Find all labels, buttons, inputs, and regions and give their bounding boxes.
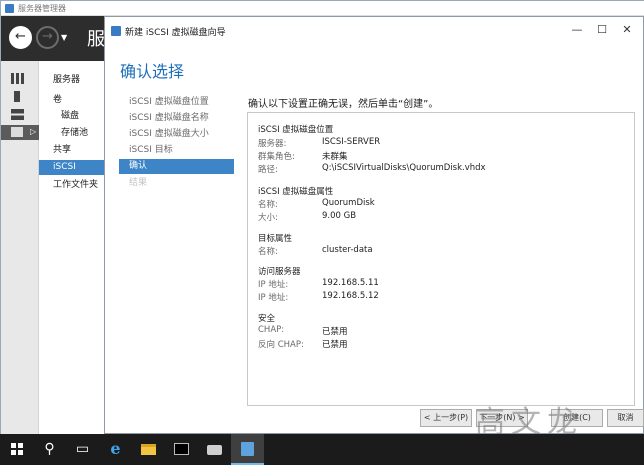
server-manager-window-title: 服务器管理器 bbox=[18, 4, 66, 13]
step-iscsi-target[interactable]: iSCSI 目标 bbox=[119, 143, 234, 158]
nav-item-storage-pools[interactable]: 存储池 bbox=[39, 126, 105, 141]
dashboard-icon[interactable] bbox=[11, 73, 24, 84]
nav-item-work-folders[interactable]: 工作文件夹 bbox=[39, 178, 105, 193]
label-ip-address-2: IP 地址: bbox=[258, 293, 289, 303]
label-path: 路径: bbox=[258, 165, 278, 175]
label-reverse-chap: 反向 CHAP: bbox=[258, 340, 304, 350]
chevron-down-icon[interactable]: ▼ bbox=[61, 33, 67, 42]
value-disk-name: QuorumDisk bbox=[322, 198, 375, 208]
step-disk-location[interactable]: iSCSI 虚拟磁盘位置 bbox=[119, 95, 234, 110]
server-manager-glyph bbox=[241, 442, 254, 456]
value-target-name: cluster-data bbox=[322, 245, 373, 255]
server-manager-app-icon bbox=[5, 4, 14, 13]
wizard-titlebar: 新建 iSCSI 虚拟磁盘向导 — ☐ ✕ bbox=[105, 17, 643, 45]
local-server-icon[interactable] bbox=[14, 91, 20, 102]
server-manager-icon-bar: ▷ bbox=[1, 61, 39, 435]
nav-item-volumes[interactable]: 卷 bbox=[39, 93, 105, 108]
forward-arrow-icon[interactable]: → bbox=[36, 26, 59, 49]
value-cluster-role: 未群集 bbox=[322, 152, 348, 162]
folder-glyph bbox=[141, 444, 156, 455]
create-button[interactable]: 创建(C) bbox=[551, 409, 603, 427]
command-prompt-icon[interactable] bbox=[165, 434, 198, 465]
chevron-right-icon: ▷ bbox=[30, 127, 37, 136]
step-results: 结果 bbox=[129, 178, 148, 188]
label-cluster-role: 群集角色: bbox=[258, 152, 295, 162]
iscsi-wizard-dialog: 新建 iSCSI 虚拟磁盘向导 — ☐ ✕ 确认选择 iSCSI 虚拟磁盘位置 … bbox=[104, 16, 644, 434]
next-button[interactable]: 下一步(N) > bbox=[476, 409, 528, 427]
ie-glyph: e bbox=[110, 439, 121, 458]
confirmation-summary-panel: iSCSI 虚拟磁盘位置 服务器: ISCSI-SERVER 群集角色: 未群集… bbox=[247, 112, 635, 406]
windows-start-icon[interactable] bbox=[0, 434, 33, 465]
nav-item-disks[interactable]: 磁盘 bbox=[39, 109, 105, 124]
label-server: 服务器: bbox=[258, 139, 287, 149]
server-manager-header-title: 服 bbox=[87, 29, 105, 50]
server-manager-icon[interactable] bbox=[231, 434, 264, 465]
section-title-target: 目标属性 bbox=[258, 234, 293, 244]
value-chap: 已禁用 bbox=[322, 327, 348, 337]
step-confirmation[interactable]: 确认 bbox=[119, 159, 234, 174]
nav-item-shares[interactable]: 共享 bbox=[39, 143, 105, 158]
value-disk-size: 9.00 GB bbox=[322, 211, 357, 221]
section-title-location: iSCSI 虚拟磁盘位置 bbox=[258, 125, 334, 135]
nav-item-servers[interactable]: 服务器 bbox=[39, 73, 105, 88]
server-manager-titlebar: 服务器管理器 bbox=[1, 1, 644, 16]
close-icon[interactable]: ✕ bbox=[617, 21, 637, 39]
search-icon[interactable]: ⚲ bbox=[33, 434, 66, 465]
internet-explorer-icon[interactable]: e bbox=[99, 434, 132, 465]
value-ip-address-1: 192.168.5.11 bbox=[322, 278, 379, 288]
label-chap: CHAP: bbox=[258, 325, 285, 335]
wizard-page-heading: 确认选择 bbox=[120, 62, 185, 81]
step-disk-size[interactable]: iSCSI 虚拟磁盘大小 bbox=[119, 127, 234, 142]
all-servers-icon[interactable] bbox=[11, 109, 24, 120]
section-title-access-servers: 访问服务器 bbox=[258, 267, 301, 277]
section-title-properties: iSCSI 虚拟磁盘属性 bbox=[258, 187, 334, 197]
wizard-title: 新建 iSCSI 虚拟磁盘向导 bbox=[125, 28, 226, 38]
label-disk-size: 大小: bbox=[258, 213, 278, 223]
value-ip-address-2: 192.168.5.12 bbox=[322, 291, 379, 301]
value-server: ISCSI-SERVER bbox=[322, 137, 381, 147]
file-storage-services-icon[interactable]: ▷ bbox=[1, 125, 39, 140]
confirmation-instruction: 确认以下设置正确无误，然后单击“创建”。 bbox=[248, 99, 439, 110]
back-arrow-icon[interactable]: ← bbox=[9, 26, 32, 49]
value-reverse-chap: 已禁用 bbox=[322, 340, 348, 350]
value-path: Q:\iSCSIVirtualDisks\QuorumDisk.vhdx bbox=[322, 163, 486, 173]
task-view-icon[interactable]: ▭ bbox=[66, 434, 99, 465]
label-target-name: 名称: bbox=[258, 247, 278, 257]
maximize-icon[interactable]: ☐ bbox=[592, 21, 612, 39]
nav-item-iscsi[interactable]: iSCSI bbox=[39, 160, 105, 175]
minimize-icon[interactable]: — bbox=[567, 21, 587, 39]
magnifier-glyph: ⚲ bbox=[44, 441, 55, 457]
storage-navigation: 服务器 卷 磁盘 存储池 共享 iSCSI 工作文件夹 bbox=[39, 61, 105, 435]
server-tools-icon[interactable] bbox=[198, 434, 231, 465]
previous-button[interactable]: < 上一步(P) bbox=[420, 409, 472, 427]
label-disk-name: 名称: bbox=[258, 200, 278, 210]
file-storage-icon-glyph bbox=[11, 127, 23, 137]
server-manager-header: ← → ▼ 服 bbox=[1, 16, 111, 61]
cancel-button[interactable]: 取消 bbox=[607, 409, 644, 427]
wizard-app-icon bbox=[111, 26, 121, 36]
console-glyph bbox=[174, 443, 189, 455]
task-view-glyph: ▭ bbox=[75, 441, 90, 457]
label-ip-address-1: IP 地址: bbox=[258, 280, 289, 290]
file-explorer-icon[interactable] bbox=[132, 434, 165, 465]
tools-glyph bbox=[207, 445, 222, 455]
windows-logo-glyph bbox=[11, 443, 23, 455]
section-title-security: 安全 bbox=[258, 314, 276, 324]
step-disk-name[interactable]: iSCSI 虚拟磁盘名称 bbox=[119, 111, 234, 126]
windows-taskbar: ⚲ ▭ e bbox=[0, 434, 644, 465]
